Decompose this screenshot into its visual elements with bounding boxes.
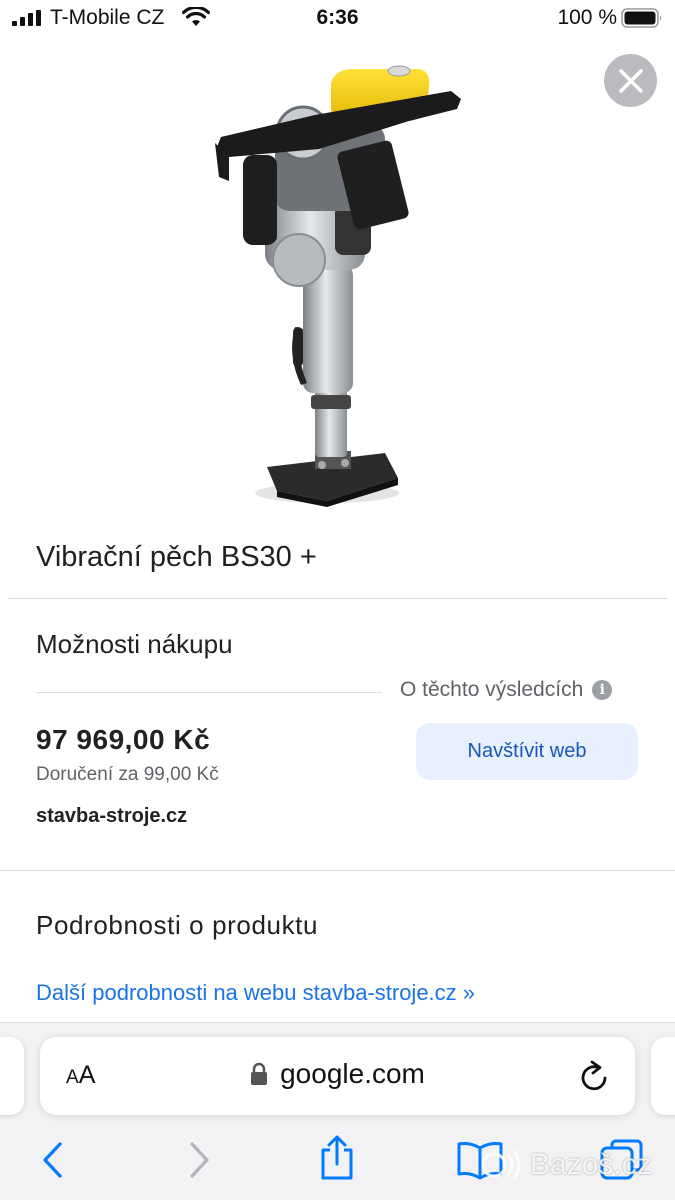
divider <box>36 692 382 693</box>
share-icon[interactable] <box>318 1134 356 1182</box>
close-icon <box>618 68 643 93</box>
url-text: google.com <box>280 1058 425 1089</box>
price: 97 969,00 Kč <box>36 724 211 755</box>
more-details-link[interactable]: Další podrobnosti na webu stavba-stroje.… <box>36 980 475 1006</box>
visit-website-button[interactable]: Navštívit web <box>416 723 638 780</box>
watermark: Bazoš.cz <box>478 1147 652 1183</box>
divider <box>0 870 675 871</box>
store-name[interactable]: stavba-stroje.cz <box>36 805 187 828</box>
product-details-heading: Podrobnosti o produktu <box>36 910 319 940</box>
url-display[interactable]: google.com <box>0 1058 675 1090</box>
product-title: Vibrační pěch BS30 + <box>36 541 317 573</box>
watermark-text: Bazoš.cz <box>530 1148 652 1181</box>
info-icon: i <box>592 680 613 700</box>
shopping-options-heading: Možnosti nákupu <box>36 629 233 659</box>
close-button[interactable] <box>604 54 657 107</box>
back-icon[interactable] <box>40 1140 66 1180</box>
delivery-price: Doručení za 99,00 Kč <box>36 764 219 785</box>
vibratory-rammer-image <box>215 65 461 507</box>
battery-percent: 100 % <box>557 6 617 29</box>
watermark-logo-icon <box>481 1150 521 1180</box>
divider <box>8 598 668 599</box>
battery-icon <box>621 8 662 28</box>
forward-icon[interactable] <box>186 1140 212 1180</box>
status-bar: T-Mobile CZ 6:36 100 % <box>0 0 675 38</box>
lock-icon <box>251 1062 268 1085</box>
reload-icon[interactable] <box>578 1058 612 1094</box>
about-results-label: O těchto výsledcích <box>400 678 584 701</box>
about-results-link[interactable]: O těchto výsledcích i <box>400 678 613 702</box>
